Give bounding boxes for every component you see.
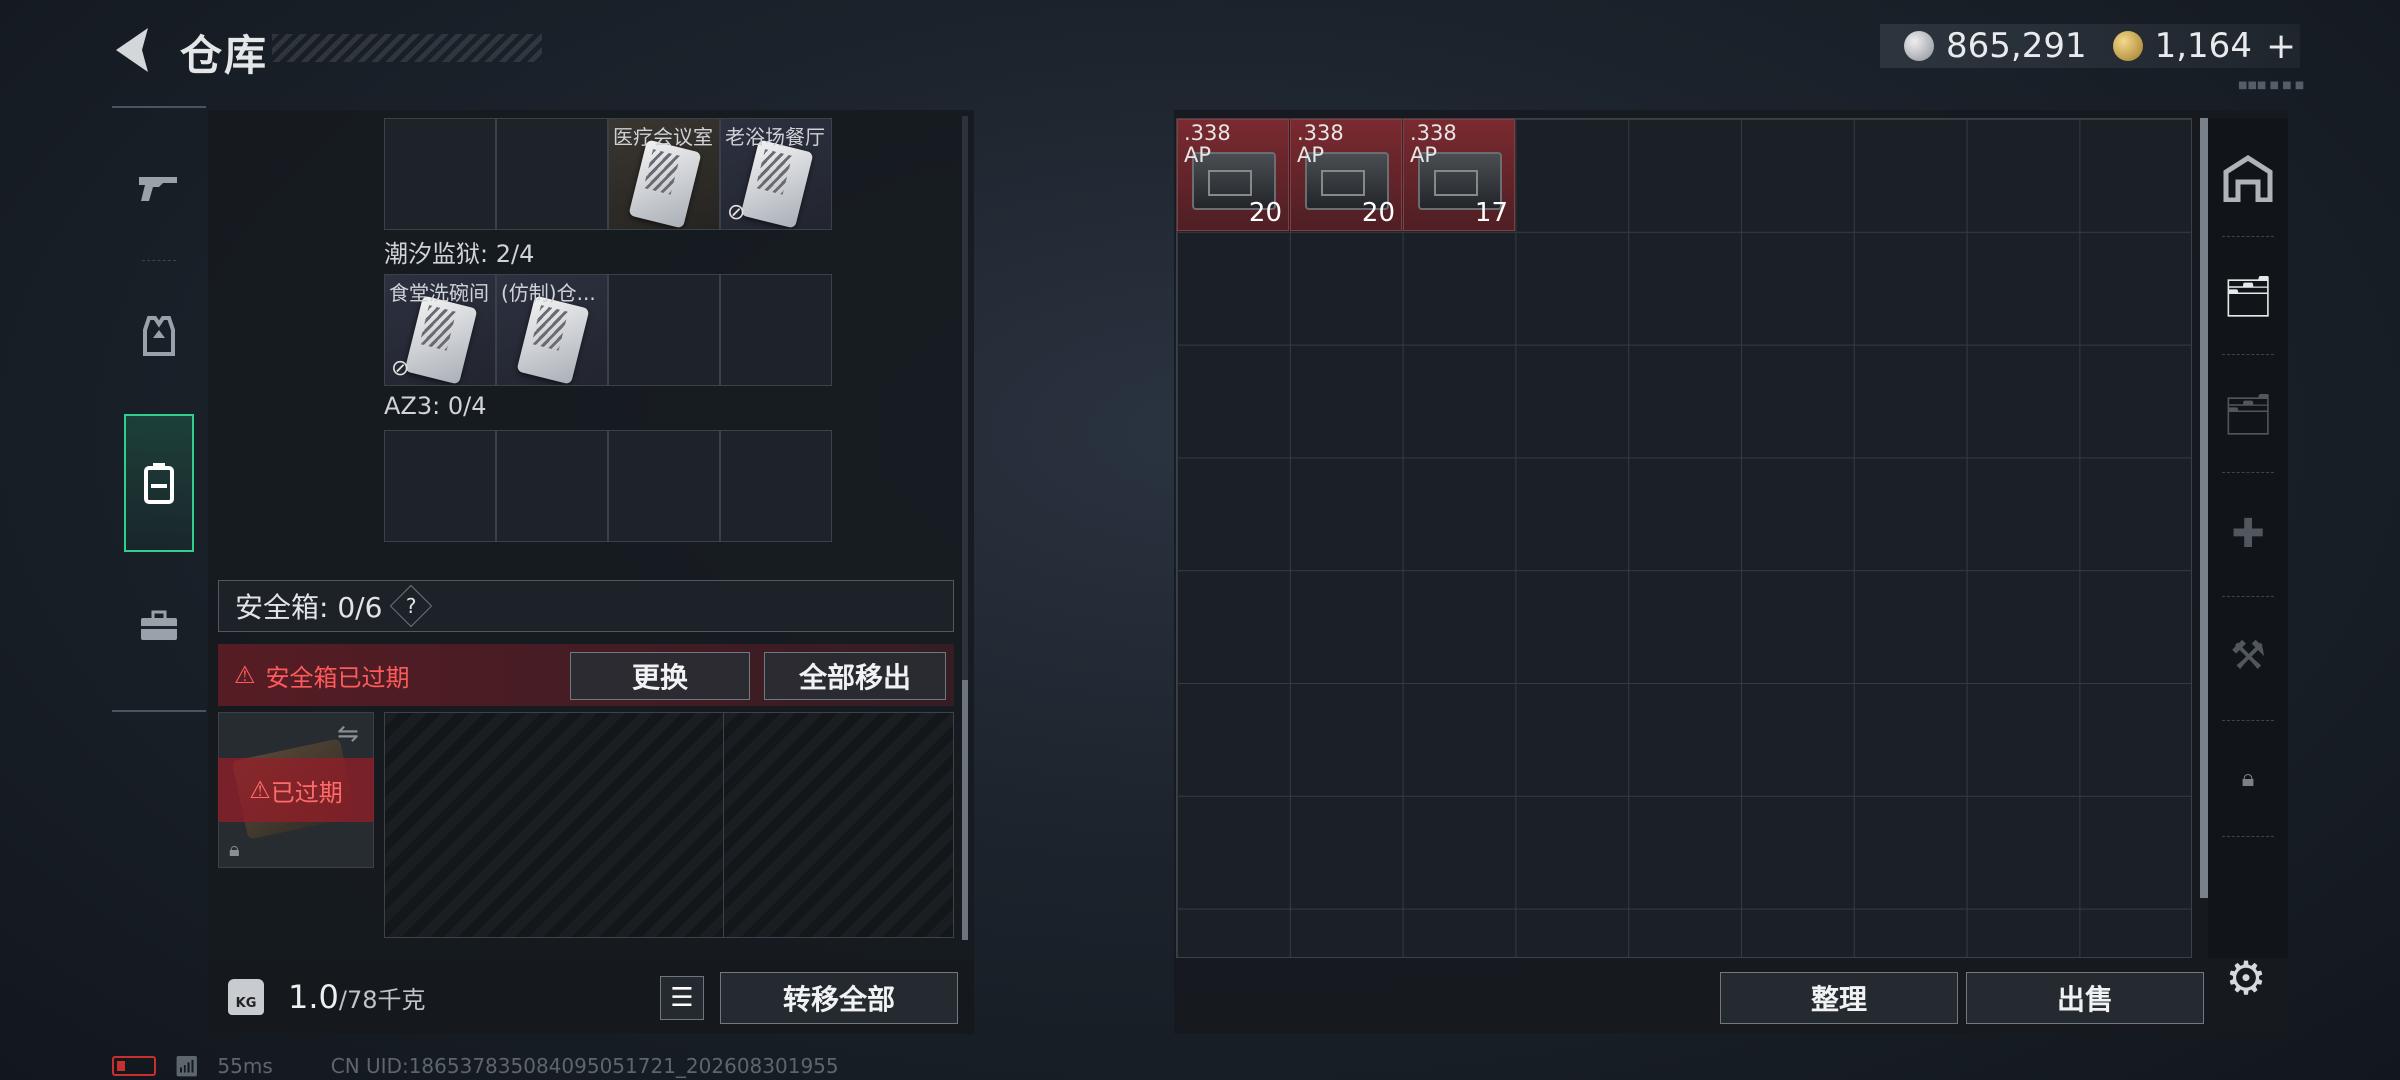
vest-icon [143,316,175,356]
keycard-icon [516,295,590,385]
backpack-icon [144,463,174,504]
list-view-button[interactable]: ☰ [660,976,704,1020]
warning-icon: ⚠ [234,661,256,689]
nav-weapons[interactable] [112,140,206,236]
ammo-qty: 20 [1361,198,1395,228]
key-card-item[interactable]: (仿制)仓... [496,274,608,386]
back-arrow-icon [116,28,148,72]
list-icon: ☰ [670,983,694,1013]
key-slot[interactable] [496,118,608,230]
expired-message: 安全箱已过期 [265,663,410,692]
key-card-item[interactable]: 食堂洗碗间 ⊘ [384,274,496,386]
stash-tab-iv-b[interactable]: 🗂︎ [2214,366,2282,462]
safebox-grid [384,712,954,938]
key-card-item[interactable]: 医疗会议室 [608,118,720,230]
key-row-2: 食堂洗碗间 ⊘ (仿制)仓... [384,274,832,386]
silver-coin-icon [1904,31,1934,61]
key-slot[interactable] [720,430,832,542]
group-label-az3: AZ3: 0/4 [384,392,487,420]
warehouse-icon [2223,155,2273,202]
key-slot[interactable] [384,430,496,542]
stash-tab-iv-medical[interactable]: ✚ [2214,486,2282,582]
uid-text: CN UID:186537835084095051721_20260830195… [330,1054,839,1078]
wifi-icon: 📶︎ [174,1054,200,1078]
nav-armor[interactable] [112,288,206,384]
lock-icon: 🔒︎ [2241,764,2255,792]
stash-scrollbar[interactable] [2200,118,2208,898]
help-icon[interactable]: ? [390,584,433,628]
locked-tab[interactable]: 🔒︎ [2214,730,2282,826]
left-scrollbar-thumb[interactable] [962,680,968,940]
sell-button[interactable]: 出售 [1966,972,2204,1024]
key-slot[interactable] [384,118,496,230]
medkit-folder-icon: ✚ [2231,511,2265,557]
safebox-title: 安全箱: 0/6 [235,591,383,624]
tools-icon: ⚒ [2230,633,2266,679]
no-takeout-icon: ⊘ [727,200,746,225]
warning-icon: ⚠ [249,776,271,804]
stash-tab-all[interactable] [2214,130,2282,226]
left-category-nav [112,106,206,712]
ammo-name: .338 AP [1297,121,1344,167]
version-text: ■■■ ■ ■ ■ [2238,80,2305,91]
no-takeout-icon: ⊘ [391,356,410,381]
key-row-3 [384,430,832,542]
weight-icon: KG [228,979,264,1015]
gun-icon [139,177,177,201]
currency-bar: 865,291 1,164 + [1880,24,2300,68]
ammo-name: .338 AP [1410,121,1457,167]
keycard-icon [740,139,814,229]
key-slot[interactable] [608,274,720,386]
back-button[interactable] [110,24,154,76]
battery-icon [112,1056,156,1076]
key-slot[interactable] [720,274,832,386]
settings-gear-icon[interactable]: ⚙ [2218,950,2274,1006]
gold-amount: 1,164 [2154,26,2252,66]
status-bar: 📶︎ 55ms CN UID:186537835084095051721_202… [112,1054,839,1078]
nav-backpack[interactable] [124,414,194,552]
keycard-icon [404,295,478,385]
ammo-name: .338 AP [1184,121,1231,167]
page-title: 仓库 [180,31,269,80]
weight-current: 1.0 [288,978,339,1016]
replace-button[interactable]: 更换 [570,652,750,700]
group-label-prison: 潮汐监狱: 2/4 [384,240,535,268]
sort-button[interactable]: 整理 [1720,972,1958,1024]
safebox-header: 安全箱: 0/6 ? [218,580,954,632]
silver-amount: 865,291 [1946,26,2087,66]
swap-icon[interactable]: ⇋ [337,719,359,749]
add-currency-button[interactable]: + [2266,26,2296,67]
lock-icon: 🔒︎ [229,837,240,861]
key-row-1: 医疗会议室 老浴场餐厅 ⊘ [384,118,832,230]
ping-text: 55ms [217,1054,273,1078]
ammo-item[interactable]: .338 AP 20 [1290,119,1402,231]
title-decoration [272,34,542,62]
key-card-item[interactable]: 老浴场餐厅 ⊘ [720,118,832,230]
expired-tag: ⚠ 已过期 [218,758,374,822]
remove-all-button[interactable]: 全部移出 [764,652,946,700]
folder-icon: 🗂︎ [2222,391,2274,438]
key-slot[interactable] [496,430,608,542]
transfer-all-button[interactable]: 转移全部 [720,972,958,1024]
toolbox-icon [141,610,177,640]
ammo-qty: 17 [1474,198,1508,228]
nav-toolbox[interactable] [112,578,206,674]
stash-tab-iv-a[interactable]: 🗂︎ [2214,248,2282,344]
ammo-qty: 20 [1248,198,1282,228]
keycard-icon [628,139,702,229]
gold-coin-icon [2112,31,2143,61]
key-slot[interactable] [608,430,720,542]
ammo-item[interactable]: .338 AP 20 [1177,119,1289,231]
weight-max: /78千克 [338,985,426,1014]
stash-grid[interactable]: .338 AP 20 .338 AP 20 .338 AP 17 [1176,118,2192,958]
stash-tab-iii[interactable]: ⚒ [2214,608,2282,704]
ammo-item[interactable]: .338 AP 17 [1403,119,1515,231]
folder-icon: 🗂︎ [2222,273,2274,320]
